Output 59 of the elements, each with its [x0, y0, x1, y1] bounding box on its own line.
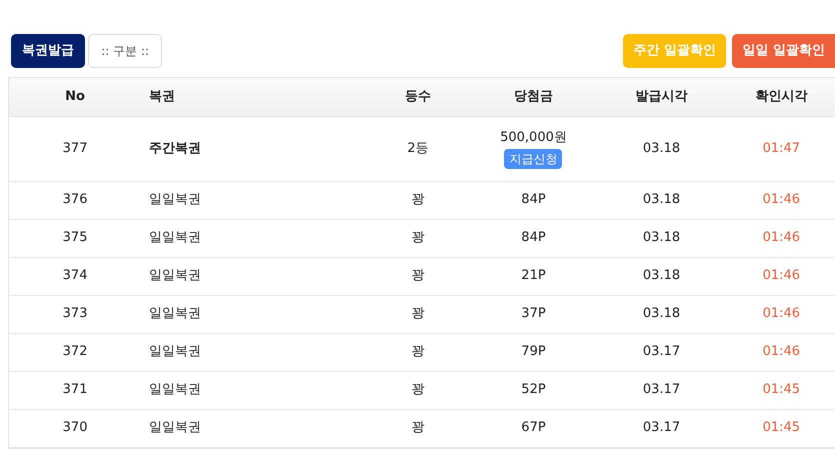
- check-time: 01:46: [762, 230, 800, 246]
- rank: 꽝: [411, 382, 424, 398]
- column-header: 발급시각: [636, 89, 688, 104]
- ticket-type: 일일복권: [149, 306, 202, 322]
- issue-time: 03.17: [642, 344, 680, 360]
- issue-time: 03.18: [642, 268, 680, 284]
- issue-time: 03.18: [642, 306, 680, 322]
- rank: 꽝: [411, 420, 424, 436]
- row-number: 377: [62, 140, 88, 156]
- ticket-type: 일일복권: [149, 268, 202, 284]
- prize-amount: 84P: [521, 230, 546, 246]
- prize-amount: 21P: [521, 268, 546, 284]
- prize-amount: 500,000원: [500, 130, 567, 144]
- column-header: 확인시각: [755, 89, 808, 104]
- rank: 꽝: [411, 268, 424, 284]
- check-time: 01:45: [762, 420, 800, 436]
- prize-amount: 79P: [521, 344, 546, 360]
- row-number: 373: [62, 306, 88, 322]
- ticket-type: 주간복권: [149, 140, 202, 156]
- prize-amount: 84P: [521, 192, 546, 208]
- issue-lottery-button[interactable]: 복권발급: [11, 34, 85, 68]
- check-time: 01:47: [762, 140, 800, 156]
- ticket-type: 일일복권: [149, 230, 202, 246]
- ticket-type: 일일복권: [149, 344, 202, 360]
- ticket-type: 일일복권: [149, 420, 202, 436]
- prize-amount: 52P: [521, 382, 546, 398]
- ticket-type: 일일복권: [149, 192, 202, 208]
- prize-amount: 37P: [521, 306, 546, 322]
- rank: 꽝: [411, 230, 424, 246]
- row-number: 375: [62, 230, 88, 246]
- check-time: 01:46: [762, 192, 800, 208]
- ticket-type: 일일복권: [149, 382, 202, 398]
- check-time: 01:45: [762, 382, 800, 398]
- weekly-check-all-button[interactable]: 주간 일괄확인: [623, 34, 726, 68]
- rank: 꽝: [411, 306, 424, 322]
- check-time: 01:46: [762, 268, 800, 284]
- column-header: 당첨금: [514, 89, 553, 104]
- row-number: 372: [62, 344, 88, 360]
- row-number: 371: [62, 382, 88, 398]
- issue-time: 03.18: [642, 140, 680, 156]
- row-number: 374: [62, 268, 88, 284]
- row-number: 376: [62, 192, 88, 208]
- issue-time: 03.17: [642, 420, 680, 436]
- column-header: No: [65, 89, 85, 104]
- issue-time: 03.17: [642, 382, 680, 398]
- check-time: 01:46: [762, 344, 800, 360]
- rank: 2등: [407, 140, 428, 156]
- prize-amount: 67P: [521, 420, 546, 436]
- rank: 꽝: [411, 344, 424, 360]
- issue-time: 03.18: [642, 192, 680, 208]
- column-header: 등수: [404, 89, 431, 104]
- column-header: 복권: [149, 89, 176, 104]
- row-number: 370: [62, 420, 88, 436]
- category-select[interactable]: :: 구분 ::: [88, 34, 162, 68]
- daily-check-all-button[interactable]: 일일 일괄확인: [732, 34, 835, 68]
- issue-time: 03.18: [642, 230, 680, 246]
- claim-button[interactable]: 지급신청: [504, 149, 562, 169]
- rank: 꽝: [411, 192, 424, 208]
- check-time: 01:46: [762, 306, 800, 322]
